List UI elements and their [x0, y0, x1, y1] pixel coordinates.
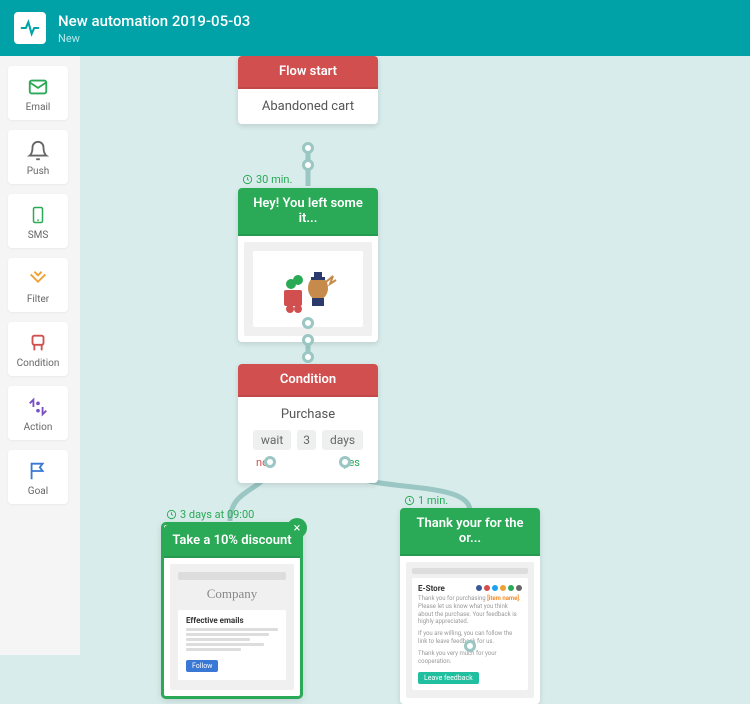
connector-dot-no[interactable]: [264, 456, 276, 468]
clock-icon: [404, 495, 415, 506]
automation-icon: [14, 12, 46, 44]
connector-dot[interactable]: [302, 351, 314, 363]
flow-canvas[interactable]: Flow start Abandoned cart 30 min. Hey! Y…: [80, 56, 750, 655]
email-icon: [27, 74, 49, 100]
wait-label: wait: [253, 430, 291, 450]
node-header: Thank your for the or...: [400, 508, 540, 556]
node-condition[interactable]: Condition Purchase wait 3 days no yes: [238, 364, 378, 483]
sidebar-item-push[interactable]: Push: [8, 130, 68, 184]
node-header: Take a 10% discount: [164, 525, 300, 558]
sidebar-item-sms[interactable]: SMS: [8, 194, 68, 248]
preview-brand: Company: [178, 586, 286, 602]
wait-unit: days: [322, 430, 363, 450]
node-header: Condition: [238, 364, 378, 397]
page-status: New: [58, 32, 250, 45]
cart-illustration-icon: [278, 262, 338, 316]
connector-dot[interactable]: [302, 159, 314, 171]
connector-dot[interactable]: [302, 334, 314, 346]
condition-icon: [27, 330, 49, 356]
preview-title: Effective emails: [186, 616, 278, 625]
sidebar-item-email[interactable]: Email: [8, 66, 68, 120]
sidebar-item-label: Goal: [28, 486, 48, 497]
delay-label: 3 days at 09:00: [166, 508, 254, 521]
sidebar-item-filter[interactable]: Filter: [8, 258, 68, 312]
connector-dot[interactable]: [464, 640, 476, 652]
sidebar-item-label: SMS: [28, 230, 49, 241]
sidebar-item-goal[interactable]: Goal: [8, 450, 68, 504]
sidebar-item-action[interactable]: Action: [8, 386, 68, 440]
connector-dot[interactable]: [302, 317, 314, 329]
sidebar-item-label: Email: [26, 102, 51, 113]
node-email-thankyou[interactable]: Thank your for the or... E-Store Thank y…: [400, 508, 540, 704]
connector-dot-yes[interactable]: [339, 456, 351, 468]
page-title: New automation 2019-05-03: [58, 12, 250, 30]
clock-icon: [242, 174, 253, 185]
preview-button: Leave feedback: [418, 672, 479, 684]
sidebar: Email Push SMS Filter Condition Action: [0, 56, 80, 655]
action-icon: [27, 394, 49, 420]
node-body: Abandoned cart: [238, 89, 378, 124]
delay-label: 1 min.: [404, 494, 448, 507]
node-flow-start[interactable]: Flow start Abandoned cart: [238, 56, 378, 124]
filter-icon: [26, 266, 50, 292]
close-button[interactable]: ×: [287, 518, 307, 538]
email-preview: Company Effective emails Follow: [170, 564, 294, 690]
node-email-discount[interactable]: × Take a 10% discount Company Effective …: [162, 523, 302, 698]
condition-title: Purchase: [246, 407, 370, 422]
clock-icon: [166, 509, 177, 520]
node-header: Hey! You left some it...: [238, 188, 378, 236]
app-header: New automation 2019-05-03 New: [0, 0, 750, 56]
sidebar-item-label: Action: [24, 422, 53, 433]
sms-icon: [29, 202, 47, 228]
sidebar-item-label: Filter: [27, 294, 49, 305]
connector-dot[interactable]: [302, 142, 314, 154]
sidebar-item-condition[interactable]: Condition: [8, 322, 68, 376]
goal-icon: [27, 458, 49, 484]
preview-button: Follow: [186, 660, 218, 672]
delay-label: 30 min.: [242, 173, 292, 186]
email-preview: E-Store Thank you for purchasing [item n…: [406, 562, 534, 698]
push-icon: [27, 138, 49, 164]
sidebar-item-label: Push: [27, 166, 50, 177]
sidebar-item-label: Condition: [17, 358, 60, 369]
wait-value: 3: [297, 430, 316, 450]
node-header: Flow start: [238, 56, 378, 89]
